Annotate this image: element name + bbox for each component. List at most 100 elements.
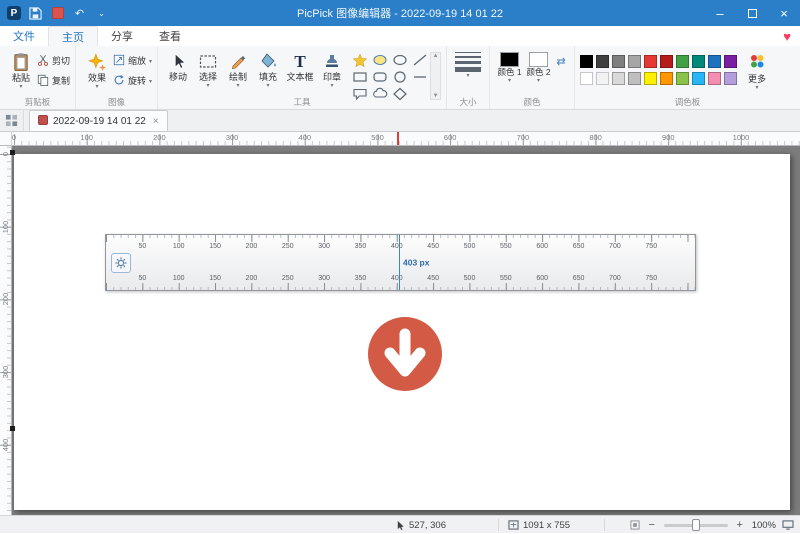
- line-size-button[interactable]: [452, 49, 484, 79]
- shape-round-rect-button[interactable]: [370, 69, 389, 85]
- palette-swatch[interactable]: [596, 55, 609, 68]
- stamp-tool-button[interactable]: 印章: [317, 49, 347, 89]
- palette-swatch[interactable]: [708, 72, 721, 85]
- select-tool-button[interactable]: 选择: [193, 49, 223, 89]
- color1-button[interactable]: 颜色 1: [495, 49, 524, 84]
- palette-swatch[interactable]: [660, 55, 673, 68]
- minimize-button[interactable]: –: [704, 0, 736, 26]
- shape-scrollbar[interactable]: ▲ ▼: [430, 52, 441, 100]
- select-dropdown-icon[interactable]: [207, 83, 210, 89]
- effects-dropdown-icon[interactable]: [96, 84, 99, 90]
- palette-swatch[interactable]: [692, 55, 705, 68]
- zoom-in-button[interactable]: +: [734, 519, 746, 531]
- resize-handle-mid-left[interactable]: [10, 426, 15, 431]
- stamp-icon: [324, 50, 340, 72]
- group-image: 效果 缩放 旋转 图像: [76, 46, 158, 109]
- shape-ellipse-button[interactable]: [390, 52, 409, 68]
- heart-icon[interactable]: ♥: [783, 26, 791, 46]
- resize-handle-top-left[interactable]: [10, 150, 15, 155]
- save-icon[interactable]: [28, 6, 43, 21]
- palette-swatch[interactable]: [596, 72, 609, 85]
- screenshot-ruler-number: 350: [355, 275, 367, 282]
- effects-button[interactable]: 效果: [81, 49, 113, 90]
- palette-swatch[interactable]: [676, 72, 689, 85]
- maximize-button[interactable]: [736, 0, 768, 26]
- download-badge: [368, 317, 442, 391]
- tab-view[interactable]: 查看: [146, 26, 194, 46]
- resize-dropdown-icon[interactable]: [149, 59, 152, 65]
- palette-swatch[interactable]: [644, 72, 657, 85]
- ruler-number: 300: [226, 133, 239, 142]
- document-tab-close-icon[interactable]: ×: [151, 116, 159, 127]
- rotate-button[interactable]: 旋转: [113, 74, 152, 89]
- shape-star-button[interactable]: [350, 52, 369, 68]
- vertical-ruler[interactable]: 0100200300400: [0, 146, 12, 515]
- fit-screen-icon[interactable]: [782, 520, 794, 530]
- rotate-dropdown-icon[interactable]: [149, 79, 152, 85]
- palette-swatch[interactable]: [628, 55, 641, 68]
- fill-dropdown-icon[interactable]: [267, 83, 270, 89]
- shape-rect-button[interactable]: [350, 69, 369, 85]
- copy-button[interactable]: 复制: [37, 74, 70, 89]
- palette-swatch[interactable]: [644, 55, 657, 68]
- color1-dropdown-icon[interactable]: [508, 78, 511, 84]
- draw-dropdown-icon[interactable]: [237, 83, 240, 89]
- screenshot-ruler-number: 350: [355, 243, 367, 250]
- palette-swatch[interactable]: [724, 72, 737, 85]
- shape-hline-button[interactable]: [410, 69, 429, 85]
- zoom-value: 100%: [752, 520, 776, 531]
- screenshot-ruler-number: 600: [536, 275, 548, 282]
- zoom-out-button[interactable]: −: [646, 519, 658, 531]
- palette-swatch[interactable]: [708, 55, 721, 68]
- document-tab-icon: [38, 115, 48, 128]
- palette-swatch[interactable]: [628, 72, 641, 85]
- paste-dropdown-icon[interactable]: [19, 84, 22, 90]
- palette-swatch[interactable]: [580, 72, 593, 85]
- swap-colors-icon[interactable]: ⇄: [553, 49, 569, 68]
- screenshot-ruler-number: 750: [645, 243, 657, 250]
- palette-swatch[interactable]: [692, 72, 705, 85]
- maximize-icon: [748, 9, 757, 18]
- palette-swatch[interactable]: [612, 72, 625, 85]
- palette-swatch[interactable]: [724, 55, 737, 68]
- palette-swatch[interactable]: [580, 55, 593, 68]
- color2-button[interactable]: 颜色 2: [524, 49, 553, 84]
- zoom-slider[interactable]: [664, 524, 728, 527]
- zoom-slider-thumb[interactable]: [692, 519, 700, 531]
- capture-icon[interactable]: [50, 6, 65, 21]
- more-colors-button[interactable]: 更多: [742, 49, 772, 91]
- more-colors-dropdown-icon[interactable]: [756, 85, 759, 91]
- cut-button[interactable]: 剪切: [37, 54, 70, 69]
- stamp-dropdown-icon[interactable]: [331, 83, 334, 89]
- statusbar-divider: [498, 519, 499, 531]
- close-button[interactable]: ×: [768, 0, 800, 26]
- zoom-reset-icon[interactable]: [630, 520, 640, 530]
- palette-swatch[interactable]: [660, 72, 673, 85]
- draw-tool-button[interactable]: 绘制: [223, 49, 253, 89]
- qat-dropdown-icon[interactable]: ⌄: [94, 6, 109, 21]
- fill-tool-button[interactable]: 填充: [253, 49, 283, 89]
- select-icon: [199, 50, 217, 72]
- palette-swatch[interactable]: [612, 55, 625, 68]
- shape-circle-button[interactable]: [390, 69, 409, 85]
- resize-button[interactable]: 缩放: [113, 54, 152, 69]
- palette-swatch[interactable]: [676, 55, 689, 68]
- tab-home[interactable]: 主页: [48, 26, 98, 46]
- image-canvas[interactable]: 403 px 505010010015015020020025025030030…: [14, 154, 790, 510]
- document-tab[interactable]: 2022-09-19 14 01 22 ×: [29, 110, 168, 131]
- shape-line-button[interactable]: [410, 52, 429, 68]
- tab-share[interactable]: 分享: [98, 26, 146, 46]
- app-icon[interactable]: P: [7, 6, 21, 20]
- paste-button[interactable]: 粘贴: [5, 49, 37, 90]
- shape-scroll-up-icon[interactable]: ▲: [433, 53, 439, 59]
- shape-highlight-button[interactable]: [370, 52, 389, 68]
- undo-icon[interactable]: ↶: [72, 6, 87, 21]
- line-size-dropdown-icon[interactable]: [467, 73, 470, 79]
- move-tool-button[interactable]: 移动: [163, 49, 193, 83]
- screenshot-ruler-number: 50: [138, 243, 146, 250]
- workspace-grid-icon[interactable]: [0, 109, 24, 131]
- color2-dropdown-icon[interactable]: [537, 78, 540, 84]
- textbox-tool-button[interactable]: T 文本框: [283, 49, 317, 83]
- horizontal-ruler[interactable]: 01002003004005006007008009001000: [12, 132, 800, 146]
- tab-file[interactable]: 文件: [0, 26, 48, 46]
